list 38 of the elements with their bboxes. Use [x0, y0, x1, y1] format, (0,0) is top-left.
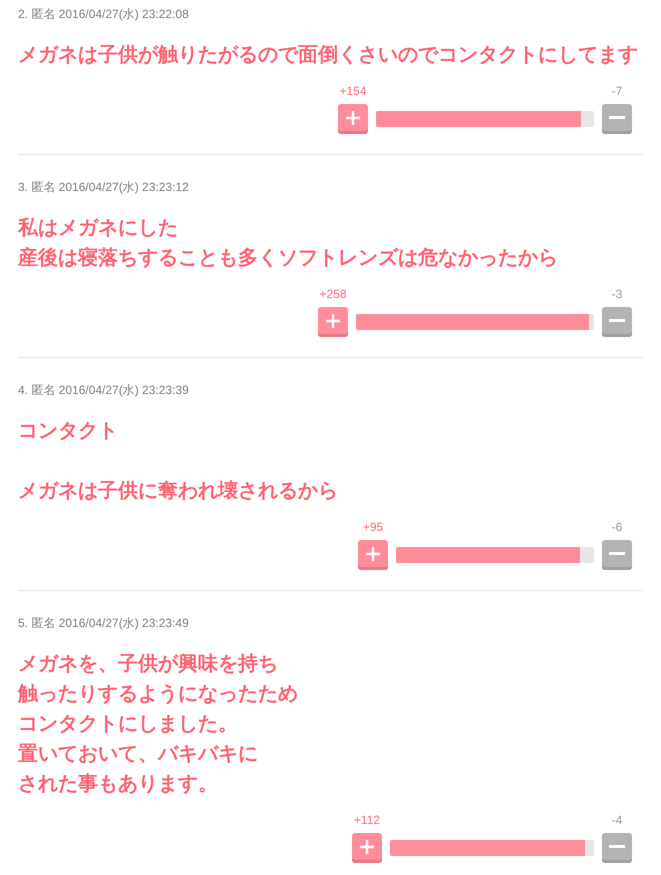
upvote-button[interactable] [358, 540, 388, 570]
comment-text: メガネを、子供が興味を持ち [18, 652, 278, 677]
comment-text: コンタクト [18, 419, 118, 444]
downvote-button[interactable] [602, 307, 632, 337]
minus-icon [609, 319, 625, 322]
downvote-count: -4 [612, 813, 622, 827]
upvote-count: +95 [362, 520, 384, 534]
downvote-button[interactable] [602, 540, 632, 570]
upvote-button[interactable] [352, 833, 382, 863]
minus-icon [609, 845, 625, 848]
comment-text: 私はメガネにした [18, 216, 178, 241]
comment-meta: 4. 匿名 2016/04/27(水) 23:23:39 [18, 382, 190, 398]
comment-text: 触ったりするようになったため [18, 682, 298, 707]
plus-icon [326, 314, 340, 328]
upvote-button[interactable] [338, 104, 368, 134]
downvote-count: -3 [612, 287, 622, 301]
comment-text: コンタクトにしました。 [18, 712, 238, 737]
downvote-count: -6 [612, 520, 622, 534]
comment-text: 産後は寝落ちすることも多くソフトレンズは危なかったから [18, 246, 558, 271]
minus-icon [609, 552, 625, 555]
plus-icon [346, 110, 360, 124]
downvote-button[interactable] [602, 833, 632, 863]
comment-text: された事もあります。 [18, 772, 218, 797]
plus-icon [366, 546, 380, 560]
comment-text: メガネは子供に奪われ壊されるから [18, 479, 338, 504]
upvote-count: +112 [354, 813, 380, 827]
plus-icon [360, 840, 374, 854]
upvote-count: +258 [319, 287, 347, 301]
comment-meta: 3. 匿名 2016/04/27(水) 23:23:12 [18, 179, 190, 195]
downvote-count: -7 [612, 84, 622, 98]
comment-text: 置いておいて、バキバキに [18, 742, 258, 767]
upvote-button[interactable] [318, 307, 348, 337]
minus-icon [609, 116, 625, 119]
comment-text: メガネは子供が触りたがるので面倒くさいのでコンタクトにしてます [18, 43, 638, 68]
upvote-count: +154 [339, 84, 367, 98]
comment-meta: 5. 匿名 2016/04/27(水) 23:23:49 [18, 615, 190, 631]
comment-meta: 2. 匿名 2016/04/27(水) 23:22:08 [18, 6, 190, 22]
downvote-button[interactable] [602, 104, 632, 134]
